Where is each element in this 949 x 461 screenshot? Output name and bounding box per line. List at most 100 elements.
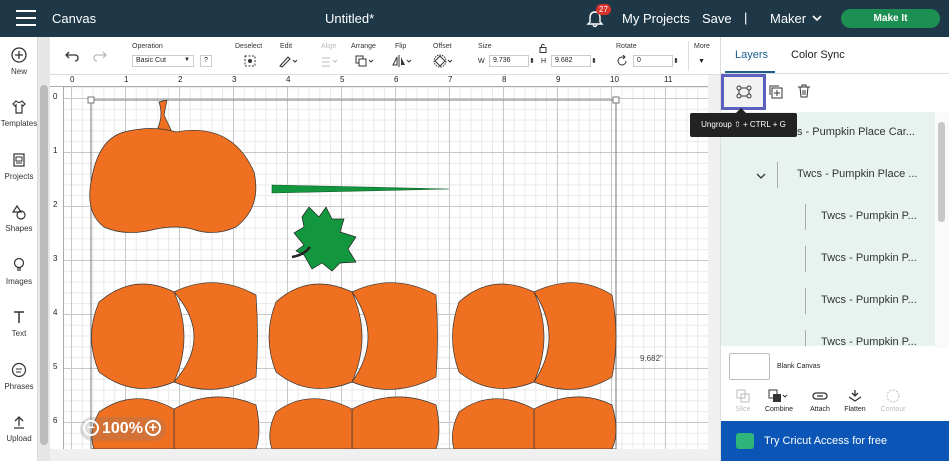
templates-label: Templates — [0, 119, 38, 128]
new-button[interactable]: New — [0, 47, 38, 76]
zoom-out-button[interactable]: − — [83, 420, 99, 436]
zoom-in-button[interactable]: + — [145, 420, 161, 436]
ungroup-icon — [736, 85, 752, 99]
shapes-button[interactable]: Shapes — [0, 204, 38, 233]
blank-canvas-label: Blank Canvas — [777, 363, 821, 370]
layer-label: Twcs - Pumpkin Place ... — [797, 168, 918, 180]
projects-button[interactable]: Projects — [0, 152, 38, 181]
layer-item[interactable]: Twcs - Pumpkin P... — [721, 196, 935, 238]
layers-panel: Layers Color Sync s - Pumpkin Place Car.… — [720, 37, 949, 461]
redo-icon[interactable] — [92, 49, 108, 63]
flip-icon[interactable] — [391, 54, 413, 68]
ruler-tick: 0 — [53, 92, 58, 101]
trash-icon[interactable] — [796, 83, 812, 99]
tab-color-sync[interactable]: Color Sync — [791, 49, 845, 61]
layers-scroll-thumb[interactable] — [938, 122, 945, 222]
ruler-tick: 8 — [502, 75, 507, 84]
contour-label: Contour — [880, 406, 906, 413]
layer-tree-line — [777, 162, 778, 188]
menu-icon[interactable] — [16, 10, 36, 26]
notification-badge: 27 — [596, 4, 611, 15]
duplicate-icon[interactable] — [768, 84, 784, 100]
layer-tree-line — [805, 288, 806, 314]
machine-selector[interactable]: Maker — [770, 11, 806, 26]
text-icon — [14, 311, 24, 323]
left-scroll-thumb[interactable] — [40, 85, 48, 445]
tab-layers[interactable]: Layers — [735, 49, 768, 61]
layers-scrollbar[interactable] — [935, 112, 949, 348]
templates-button[interactable]: Templates — [0, 99, 38, 128]
toolbar-divider — [688, 41, 689, 71]
make-it-button[interactable]: Make It — [841, 9, 940, 28]
edit-label: Edit — [280, 43, 293, 50]
layer-tree-line — [805, 204, 806, 230]
edit-icon[interactable] — [278, 54, 298, 68]
pumpkin-row-1[interactable] — [91, 282, 617, 390]
layer-label: Twcs - Pumpkin P... — [821, 252, 917, 264]
layer-tree-line — [805, 246, 806, 272]
combine-button[interactable]: Combine — [759, 389, 799, 413]
rotate-field[interactable]: 0 — [633, 55, 673, 67]
leaf-shape[interactable] — [293, 206, 357, 272]
shapes-label: Shapes — [5, 224, 33, 233]
ungroup-button[interactable] — [721, 74, 766, 110]
projects-icon — [13, 153, 25, 167]
left-scrollbar[interactable] — [38, 37, 50, 461]
ruler-tick: 4 — [53, 308, 58, 317]
blank-canvas-swatch[interactable] — [729, 353, 770, 380]
operation-select[interactable]: Basic Cut ▼ — [132, 55, 194, 67]
stem-strip[interactable] — [271, 184, 450, 194]
left-tool-rail: New Templates Projects Shapes Images Tex… — [0, 37, 38, 461]
layer-item[interactable]: Twcs - Pumpkin P... — [721, 280, 935, 322]
images-button[interactable]: Images — [0, 257, 38, 286]
more-label: More — [694, 43, 710, 50]
rotate-stepper[interactable]: ⬍ — [673, 57, 679, 65]
upload-button[interactable]: Upload — [0, 414, 38, 443]
help-button[interactable]: ? — [200, 55, 212, 67]
text-button[interactable]: Text — [0, 309, 38, 338]
cricut-access-banner[interactable]: Try Cricut Access for free — [721, 421, 949, 461]
plus-circle-icon — [11, 47, 27, 63]
slice-icon — [736, 389, 750, 403]
ruler-tick: 3 — [232, 75, 237, 84]
zoom-control: − 100% + — [80, 417, 166, 441]
arrange-icon[interactable] — [354, 54, 376, 68]
height-stepper[interactable]: ⬍ — [591, 57, 597, 65]
phrases-label: Phrases — [4, 382, 34, 391]
design-canvas[interactable] — [64, 87, 708, 449]
bottom-scrollbar[interactable] — [50, 449, 708, 461]
more-caret-icon[interactable]: ▼ — [698, 58, 705, 65]
undo-icon[interactable] — [64, 49, 80, 63]
save-button[interactable]: Save — [702, 11, 732, 26]
rotate-icon[interactable] — [616, 55, 628, 67]
ruler-tick: 3 — [53, 254, 58, 263]
projects-label: Projects — [4, 172, 34, 181]
my-projects-link[interactable]: My Projects — [622, 11, 690, 26]
pumpkin-with-stem[interactable] — [89, 99, 257, 233]
chevron-down-icon[interactable] — [812, 13, 822, 23]
width-stepper[interactable]: ⬍ — [529, 57, 535, 65]
document-title[interactable]: Untitled* — [325, 11, 374, 26]
deselect-icon[interactable] — [243, 54, 257, 68]
pumpkin-row-2[interactable] — [91, 396, 617, 449]
bulb-icon — [13, 257, 25, 271]
new-label: New — [10, 67, 27, 76]
layer-label: Twcs - Pumpkin P... — [821, 336, 917, 346]
chevron-down-icon[interactable] — [756, 172, 766, 180]
height-field[interactable]: 9.682 — [551, 55, 591, 67]
flatten-icon — [848, 390, 862, 402]
offset-icon[interactable] — [433, 54, 455, 68]
layer-item[interactable]: Twcs - Pumpkin Place ... — [721, 154, 935, 196]
ruler-tick: 0 — [70, 75, 75, 84]
width-field[interactable]: 9.736 — [489, 55, 529, 67]
layer-item[interactable]: Twcs - Pumpkin P... — [721, 238, 935, 280]
phrases-button[interactable]: Phrases — [0, 362, 38, 391]
ruler-tick: 9 — [556, 75, 561, 84]
attach-button[interactable]: Attach — [800, 389, 840, 413]
operation-label: Operation — [132, 43, 163, 50]
upload-icon — [14, 416, 24, 429]
flatten-button[interactable]: Flatten — [835, 389, 875, 413]
ruler-tick: 1 — [124, 75, 129, 84]
layer-item[interactable]: Twcs - Pumpkin P... — [721, 322, 935, 346]
lock-icon[interactable] — [538, 43, 548, 53]
